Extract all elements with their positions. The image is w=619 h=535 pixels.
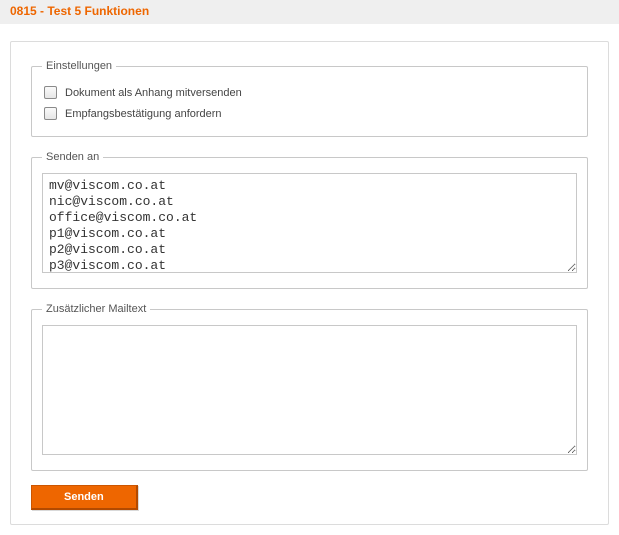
extra-text-legend: Zusätzlicher Mailtext [42, 303, 150, 315]
send-to-textarea[interactable] [42, 173, 577, 273]
page-title: 0815 - Test 5 Funktionen [10, 4, 149, 18]
form-panel: Einstellungen Dokument als Anhang mitver… [10, 41, 609, 525]
extra-text-fieldset: Zusätzlicher Mailtext [31, 303, 588, 471]
attach-doc-checkbox[interactable] [44, 86, 57, 99]
settings-legend: Einstellungen [42, 60, 116, 72]
read-receipt-label: Empfangsbestätigung anfordern [65, 108, 222, 120]
attach-doc-label: Dokument als Anhang mitversenden [65, 87, 242, 99]
send-to-legend: Senden an [42, 151, 103, 163]
read-receipt-checkbox[interactable] [44, 107, 57, 120]
settings-fieldset: Einstellungen Dokument als Anhang mitver… [31, 60, 588, 137]
attach-doc-row: Dokument als Anhang mitversenden [42, 82, 577, 103]
extra-text-textarea[interactable] [42, 325, 577, 455]
send-button[interactable]: Senden [31, 485, 138, 510]
send-to-fieldset: Senden an [31, 151, 588, 289]
page-header: 0815 - Test 5 Funktionen [0, 0, 619, 25]
read-receipt-row: Empfangsbestätigung anfordern [42, 103, 577, 124]
